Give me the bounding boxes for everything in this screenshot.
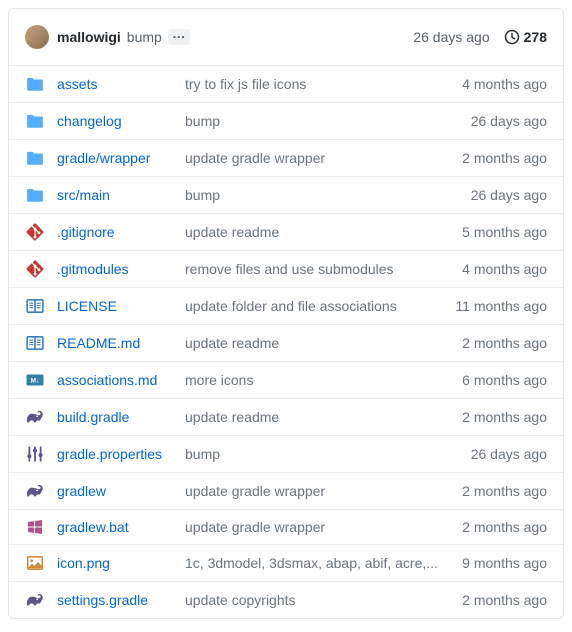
file-commit-message[interactable]: update gradle wrapper — [185, 483, 462, 499]
file-name[interactable]: settings.gradle — [57, 592, 185, 608]
file-name[interactable]: src/main — [57, 187, 185, 203]
folder-icon — [25, 149, 45, 167]
gradle-icon — [25, 408, 45, 426]
file-commit-time: 2 months ago — [462, 519, 547, 535]
file-name[interactable]: associations.md — [57, 372, 185, 388]
file-row: gradlewupdate gradle wrapper2 months ago — [9, 472, 563, 509]
file-commit-message[interactable]: 1c, 3dmodel, 3dsmax, abap, abif, acre,..… — [185, 555, 462, 571]
file-commit-time: 2 months ago — [462, 483, 547, 499]
file-commit-message[interactable]: bump — [185, 187, 471, 203]
file-row: README.mdupdate readme2 months ago — [9, 324, 563, 361]
file-row: changelogbump26 days ago — [9, 102, 563, 139]
file-name[interactable]: assets — [57, 76, 185, 92]
file-commit-message[interactable]: update readme — [185, 335, 462, 351]
file-commit-time: 11 months ago — [455, 298, 547, 314]
file-commit-message[interactable]: update gradle wrapper — [185, 519, 462, 535]
file-commit-message[interactable]: update readme — [185, 224, 462, 240]
history-link[interactable]: 278 — [504, 29, 547, 45]
file-list: assetstry to fix js file icons4 months a… — [9, 65, 563, 618]
file-row: src/mainbump26 days ago — [9, 176, 563, 213]
gradle-icon — [25, 591, 45, 609]
file-commit-time: 26 days ago — [471, 113, 547, 129]
file-row: assetstry to fix js file icons4 months a… — [9, 65, 563, 102]
latest-commit-header: mallowigi bump … 26 days ago 278 — [9, 9, 563, 65]
file-commit-message[interactable]: update folder and file associations — [185, 298, 455, 314]
file-row: .gitmodulesremove files and use submodul… — [9, 250, 563, 287]
file-commit-time: 6 months ago — [462, 372, 547, 388]
file-name[interactable]: icon.png — [57, 555, 185, 571]
commit-message[interactable]: bump — [127, 29, 162, 45]
file-commit-time: 9 months ago — [462, 555, 547, 571]
file-commit-message[interactable]: try to fix js file icons — [185, 76, 462, 92]
file-commit-time: 26 days ago — [471, 446, 547, 462]
file-row: build.gradleupdate readme2 months ago — [9, 398, 563, 435]
file-row: gradle/wrapperupdate gradle wrapper2 mon… — [9, 139, 563, 176]
file-row: icon.png1c, 3dmodel, 3dsmax, abap, abif,… — [9, 544, 563, 581]
file-commit-message[interactable]: update readme — [185, 409, 462, 425]
file-name[interactable]: gradle.properties — [57, 446, 185, 462]
props-icon — [25, 445, 45, 463]
file-commit-message[interactable]: remove files and use submodules — [185, 261, 462, 277]
folder-icon — [25, 186, 45, 204]
file-commit-message[interactable]: update gradle wrapper — [185, 150, 462, 166]
file-row: settings.gradleupdate copyrights2 months… — [9, 581, 563, 618]
file-commit-time: 4 months ago — [462, 261, 547, 277]
file-commit-time: 2 months ago — [462, 150, 547, 166]
history-count: 278 — [524, 29, 547, 45]
file-name[interactable]: gradlew.bat — [57, 519, 185, 535]
file-commit-time: 4 months ago — [462, 76, 547, 92]
file-name[interactable]: gradle/wrapper — [57, 150, 185, 166]
file-row: gradlew.batupdate gradle wrapper2 months… — [9, 509, 563, 544]
file-commit-time: 2 months ago — [462, 409, 547, 425]
file-row: LICENSEupdate folder and file associatio… — [9, 287, 563, 324]
git-icon — [25, 260, 45, 278]
svg-text:M↓: M↓ — [31, 378, 40, 385]
file-row: gradle.propertiesbump26 days ago — [9, 435, 563, 472]
file-commit-message[interactable]: update copyrights — [185, 592, 462, 608]
file-commit-time: 26 days ago — [471, 187, 547, 203]
file-name[interactable]: changelog — [57, 113, 185, 129]
commit-time: 26 days ago — [413, 29, 489, 45]
file-commit-time: 5 months ago — [462, 224, 547, 240]
file-name[interactable]: .gitmodules — [57, 261, 185, 277]
file-name[interactable]: README.md — [57, 335, 185, 351]
file-row: .gitignoreupdate readme5 months ago — [9, 213, 563, 250]
file-row: M↓ associations.mdmore icons6 months ago — [9, 361, 563, 398]
file-commit-time: 2 months ago — [462, 335, 547, 351]
file-commit-message[interactable]: bump — [185, 113, 471, 129]
markdown-icon: M↓ — [25, 371, 45, 389]
readme-icon — [25, 334, 45, 352]
folder-icon — [25, 75, 45, 93]
history-icon — [504, 29, 524, 45]
git-icon — [25, 223, 45, 241]
commit-expand-button[interactable]: … — [168, 29, 190, 45]
license-icon — [25, 297, 45, 315]
file-commit-message[interactable]: bump — [185, 446, 471, 462]
avatar[interactable] — [25, 25, 49, 49]
file-browser: mallowigi bump … 26 days ago 278 assetst… — [8, 8, 564, 619]
file-name[interactable]: LICENSE — [57, 298, 185, 314]
commit-author[interactable]: mallowigi — [57, 29, 121, 45]
file-name[interactable]: .gitignore — [57, 224, 185, 240]
file-commit-message[interactable]: more icons — [185, 372, 462, 388]
file-commit-time: 2 months ago — [462, 592, 547, 608]
folder-icon — [25, 112, 45, 130]
windows-icon — [25, 519, 45, 535]
file-name[interactable]: build.gradle — [57, 409, 185, 425]
file-name[interactable]: gradlew — [57, 483, 185, 499]
gradle-icon — [25, 482, 45, 500]
image-icon — [25, 554, 45, 572]
